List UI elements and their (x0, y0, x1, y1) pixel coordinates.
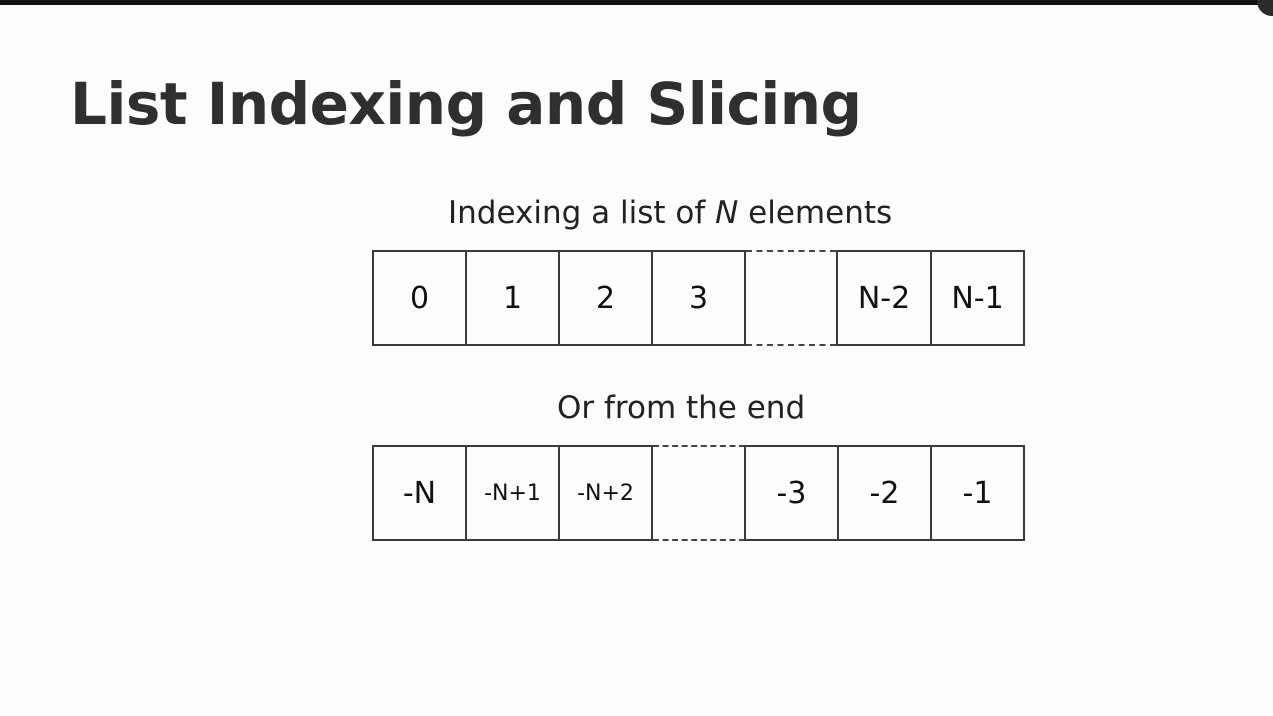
forward-index-cell: N-1 (930, 250, 1025, 346)
backward-index-cell: -3 (744, 445, 839, 541)
backward-caption: Or from the end (557, 390, 806, 426)
backward-ellipsis-gap (653, 445, 745, 541)
forward-index-cell: N-2 (836, 250, 932, 346)
forward-caption: Indexing a list of N elements (448, 195, 892, 231)
forward-index-cell: 2 (558, 250, 653, 346)
backward-index-cell: -N+1 (465, 445, 560, 541)
forward-index-cell: 3 (651, 250, 746, 346)
backward-index-cell: -1 (930, 445, 1025, 541)
forward-ellipsis-gap (746, 250, 836, 346)
backward-index-cell: -N+2 (558, 445, 653, 541)
top-bar (0, 0, 1273, 5)
forward-caption-prefix: Indexing a list of (448, 195, 716, 231)
backward-index-cell: -N (372, 445, 467, 541)
forward-caption-suffix: elements (738, 195, 893, 231)
corner-mark (1257, 0, 1273, 16)
forward-index-cell: 0 (372, 250, 467, 346)
backward-index-cell: -2 (837, 445, 932, 541)
forward-index-cell: 1 (465, 250, 560, 346)
slide-title: List Indexing and Slicing (70, 70, 862, 138)
forward-caption-variable: N (715, 195, 739, 231)
